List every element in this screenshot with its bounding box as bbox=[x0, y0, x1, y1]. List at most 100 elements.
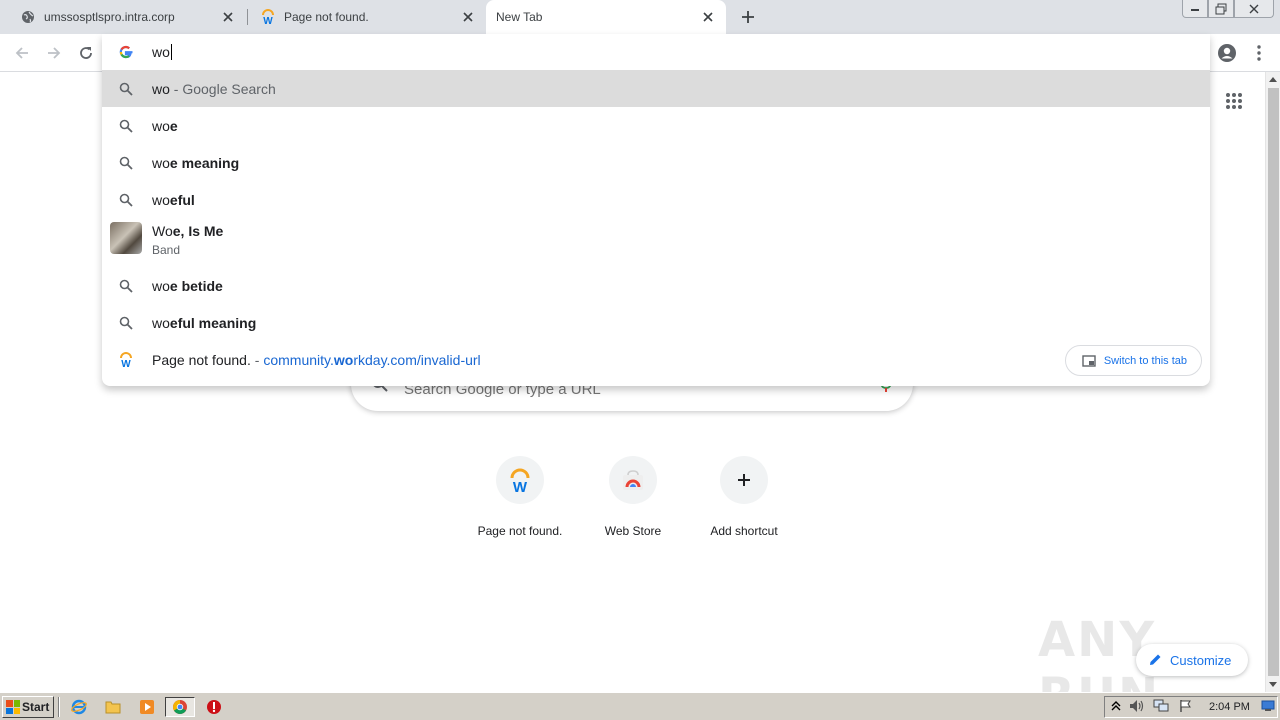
action-center-flag-icon[interactable] bbox=[1179, 699, 1193, 716]
back-button[interactable] bbox=[8, 39, 36, 67]
media-player-icon[interactable] bbox=[137, 698, 157, 716]
show-desktop-icon[interactable] bbox=[1261, 700, 1275, 715]
scrollbar-thumb[interactable] bbox=[1268, 88, 1279, 676]
customize-label: Customize bbox=[1170, 652, 1232, 668]
search-icon bbox=[118, 118, 134, 134]
omnibox-input[interactable]: wo bbox=[102, 34, 1210, 70]
opera-icon[interactable] bbox=[204, 698, 224, 716]
close-icon[interactable] bbox=[700, 9, 716, 25]
shortcut-tile[interactable]: W Page not found. bbox=[464, 456, 576, 538]
band-thumbnail-image bbox=[110, 222, 142, 254]
suggestion-text: woeful meaning bbox=[152, 314, 257, 331]
suggestion-text: Woe, Is Me bbox=[152, 223, 224, 239]
suggestion-text: woe bbox=[152, 117, 178, 134]
workday-icon: W bbox=[260, 9, 276, 25]
plus-icon bbox=[742, 11, 754, 23]
suggestion-text: woe betide bbox=[152, 277, 223, 294]
suggestion-row[interactable]: woeful meaning bbox=[102, 304, 1210, 341]
arrow-right-icon bbox=[48, 47, 61, 59]
tab-title: umssosptlspro.intra.corp bbox=[44, 10, 175, 24]
shortcut-label: Add shortcut bbox=[710, 524, 778, 538]
apps-grid-icon bbox=[1226, 93, 1242, 109]
globe-icon bbox=[20, 9, 36, 25]
suggestion-text: Page not found. - community.workday.com/… bbox=[152, 352, 481, 368]
vertical-scrollbar[interactable] bbox=[1265, 72, 1280, 692]
scroll-up-arrow-icon[interactable] bbox=[1269, 77, 1277, 82]
reload-button[interactable] bbox=[72, 39, 100, 67]
switch-to-tab-button[interactable]: Switch to this tab bbox=[1064, 345, 1202, 376]
start-button[interactable]: Start bbox=[2, 696, 54, 718]
tab-switch-suggestion-row[interactable]: W Page not found. - community.workday.co… bbox=[102, 341, 1210, 379]
suggestion-row[interactable]: wo - Google Search bbox=[102, 70, 1210, 107]
tab-title: New Tab bbox=[496, 10, 543, 24]
new-tab-button[interactable] bbox=[736, 5, 760, 29]
chrome-menu-button[interactable] bbox=[1245, 39, 1273, 67]
reload-icon bbox=[80, 47, 92, 59]
search-icon bbox=[118, 155, 134, 171]
close-icon[interactable] bbox=[220, 9, 236, 25]
scroll-down-arrow-icon[interactable] bbox=[1269, 682, 1277, 687]
start-label: Start bbox=[22, 700, 50, 714]
arrow-left-icon bbox=[15, 47, 28, 59]
windows-logo-icon bbox=[6, 700, 20, 714]
close-icon[interactable] bbox=[460, 9, 476, 25]
show-hidden-icons-icon[interactable] bbox=[1111, 700, 1121, 715]
suggestion-text: wo - Google Search bbox=[152, 80, 276, 97]
tab-divider bbox=[247, 9, 248, 25]
suggestion-row[interactable]: woe meaning bbox=[102, 144, 1210, 181]
svg-text:W: W bbox=[121, 359, 131, 368]
clock[interactable]: 2:04 PM bbox=[1209, 701, 1250, 713]
google-g-icon bbox=[118, 44, 134, 63]
tab-strip: umssosptlspro.intra.corp W Page not foun… bbox=[0, 0, 1280, 34]
plus-icon bbox=[720, 456, 768, 504]
chrome-taskbar-button[interactable] bbox=[165, 697, 195, 717]
chrome-icon bbox=[173, 700, 187, 714]
entity-suggestion-row[interactable]: Woe, Is Me Band bbox=[102, 218, 1210, 264]
shortcut-tile[interactable]: Web Store bbox=[577, 456, 689, 538]
suggestion-text: woe meaning bbox=[152, 154, 240, 171]
svg-text:W: W bbox=[263, 16, 273, 25]
omnibox-dropdown: wo wo - Google Search woe woe meaning wo… bbox=[102, 34, 1210, 386]
pencil-icon bbox=[1150, 654, 1161, 665]
window-close-button[interactable] bbox=[1234, 0, 1274, 18]
kebab-menu-icon bbox=[1257, 45, 1261, 61]
shortcut-label: Web Store bbox=[604, 524, 662, 538]
webstore-icon bbox=[609, 456, 657, 504]
search-icon bbox=[118, 278, 134, 294]
file-explorer-icon[interactable] bbox=[103, 698, 123, 716]
search-icon bbox=[118, 81, 134, 97]
omnibox-value[interactable]: wo bbox=[152, 44, 172, 60]
profile-button[interactable] bbox=[1213, 39, 1241, 67]
network-icon[interactable] bbox=[1153, 699, 1169, 716]
apps-launcher-button[interactable] bbox=[1221, 88, 1247, 114]
suggestion-row[interactable]: woeful bbox=[102, 181, 1210, 218]
restore-button[interactable] bbox=[1208, 0, 1234, 18]
svg-text:W: W bbox=[513, 479, 528, 494]
workday-icon: W bbox=[118, 352, 134, 368]
shortcut-label: Page not found. bbox=[477, 524, 563, 538]
account-icon bbox=[1218, 44, 1236, 62]
taskbar-divider bbox=[58, 697, 60, 717]
add-shortcut-tile[interactable]: Add shortcut bbox=[688, 456, 800, 538]
suggestion-row[interactable]: woe bbox=[102, 107, 1210, 144]
text-caret bbox=[170, 44, 172, 60]
switch-to-tab-label: Switch to this tab bbox=[1103, 354, 1187, 367]
internet-explorer-icon[interactable] bbox=[69, 698, 89, 716]
suggestion-text: woeful bbox=[152, 191, 195, 208]
forward-button[interactable] bbox=[40, 39, 68, 67]
search-icon bbox=[118, 315, 134, 331]
suggestion-subtitle: Band bbox=[152, 243, 181, 257]
suggestion-row[interactable]: woe betide bbox=[102, 267, 1210, 304]
workday-icon: W bbox=[496, 456, 544, 504]
switch-tab-icon bbox=[1082, 354, 1096, 367]
tab-new-tab[interactable]: New Tab bbox=[486, 0, 726, 34]
search-icon bbox=[118, 192, 134, 208]
windows-taskbar: Start 2:04 PM bbox=[0, 692, 1280, 720]
tab-page-not-found[interactable]: W Page not found. bbox=[250, 0, 486, 34]
tab-umssosptlspro[interactable]: umssosptlspro.intra.corp bbox=[10, 0, 246, 34]
minimize-button[interactable] bbox=[1182, 0, 1208, 18]
tab-title: Page not found. bbox=[284, 10, 369, 24]
system-tray: 2:04 PM bbox=[1104, 696, 1278, 718]
customize-button[interactable]: Customize bbox=[1136, 644, 1248, 676]
volume-icon[interactable] bbox=[1129, 699, 1145, 716]
